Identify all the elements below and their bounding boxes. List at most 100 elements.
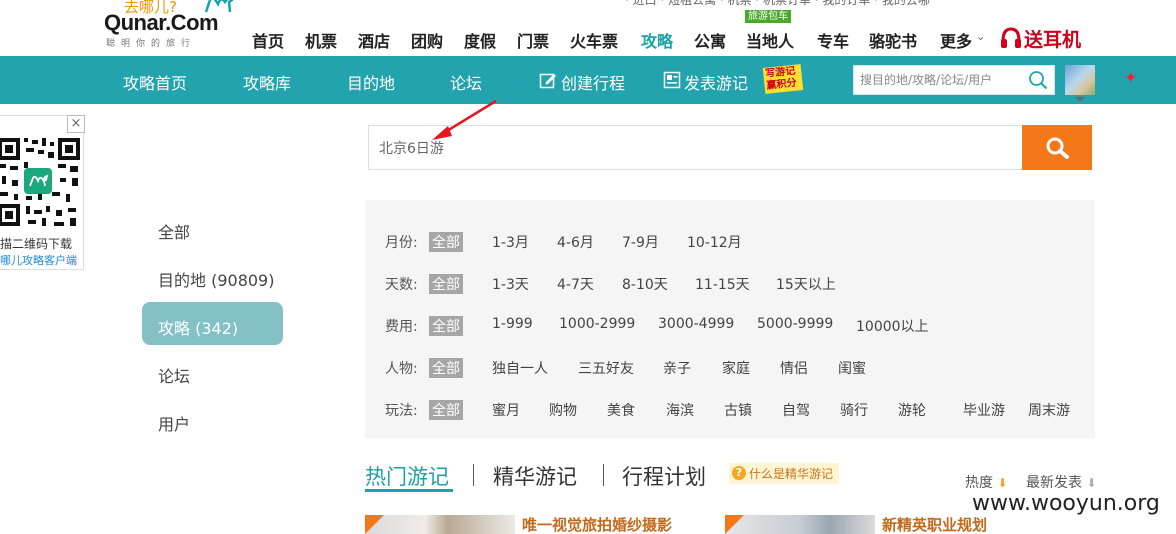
pin-icon: ✦ (1124, 68, 1138, 87)
filter-option[interactable]: 8-10天 (622, 274, 668, 294)
topnav-vacation[interactable]: 度假 (464, 28, 496, 52)
filter-option-all[interactable]: 全部 (429, 316, 463, 336)
filter-option[interactable]: 10-12月 (687, 232, 742, 252)
filter-option[interactable]: 3000-4999 (658, 316, 734, 332)
topnav-home[interactable]: 首页 (252, 28, 284, 52)
category-users[interactable]: 用户 (158, 411, 190, 435)
tab-hot-travelogues[interactable]: 热门游记 (365, 461, 449, 491)
filter-option[interactable]: 周末游 (1028, 400, 1070, 420)
logo[interactable]: Qunar.Com (104, 10, 219, 36)
tab-featured-travelogues[interactable]: 精华游记 (493, 461, 577, 491)
topnav-apartments[interactable]: 公寓 (694, 28, 726, 52)
arrow-down-icon: ⬇ (997, 476, 1008, 490)
tab-divider (603, 464, 604, 486)
arrow-down-icon: ⬇ (1086, 476, 1097, 490)
category-all[interactable]: 全部 (158, 219, 190, 243)
topnav-camel-book[interactable]: 骆驼书 (869, 28, 917, 52)
avatar[interactable] (1065, 65, 1095, 95)
filter-option[interactable]: 独自一人 (492, 358, 548, 378)
filter-option[interactable]: 1000-2999 (559, 316, 635, 332)
filter-option[interactable]: 1-3天 (492, 274, 529, 294)
question-icon: ? (732, 466, 746, 480)
points-promo-badge[interactable]: 写游记赢积分 (762, 64, 804, 94)
filter-option[interactable]: 古镇 (724, 400, 752, 420)
sort-latest-label: 最新发表 (1026, 475, 1082, 491)
category-destinations[interactable]: 目的地 (90809) (158, 267, 274, 291)
filter-row-cost: 费用: 全部 1-999 1000-2999 3000-4999 5000-99… (385, 316, 1085, 336)
filter-option[interactable]: 购物 (549, 400, 577, 420)
filter-option[interactable]: 15天以上 (776, 274, 836, 294)
topnav-car[interactable]: 专车 (817, 28, 849, 52)
filter-option[interactable]: 自驾 (782, 400, 810, 420)
filter-label: 玩法: (385, 403, 418, 419)
search-button[interactable] (1022, 125, 1092, 170)
close-icon[interactable]: × (67, 115, 85, 133)
filter-label: 月份: (385, 235, 418, 251)
headphones-icon (1001, 27, 1021, 48)
filter-option-all[interactable]: 全部 (429, 232, 463, 252)
topnav-groupbuy[interactable]: 团购 (411, 28, 443, 52)
topnav-train[interactable]: 火车票 (570, 28, 618, 52)
filter-option[interactable]: 1-3月 (492, 232, 529, 252)
filter-option[interactable]: 亲子 (663, 358, 691, 378)
nav-search-input[interactable] (860, 66, 1028, 94)
nav-create-trip[interactable]: 创建行程 (561, 70, 625, 94)
category-forum[interactable]: 论坛 (158, 363, 190, 387)
nav-guide-home[interactable]: 攻略首页 (123, 70, 187, 94)
filter-option[interactable]: 毕业游 (963, 400, 1005, 420)
topnav-guides[interactable]: 攻略 (641, 28, 673, 52)
filter-option[interactable]: 11-15天 (695, 274, 750, 294)
search-icon (1046, 137, 1069, 159)
topnav-hotels[interactable]: 酒店 (358, 28, 390, 52)
filter-label: 费用: (385, 319, 418, 335)
topnav-flights[interactable]: 机票 (305, 28, 337, 52)
tab-itineraries[interactable]: 行程计划 (622, 461, 706, 491)
nav-post-travelogue[interactable]: 发表游记 (684, 70, 748, 94)
filter-option[interactable]: 游轮 (898, 400, 926, 420)
topnav-more[interactable]: 更多 (940, 28, 972, 52)
logo-slogan: 聪明你的旅行 (106, 39, 197, 49)
sort-by-heat[interactable]: 热度 ⬇ (965, 472, 1008, 492)
qr-code-icon[interactable] (0, 134, 82, 230)
filter-option[interactable]: 海滨 (666, 400, 694, 420)
filter-option[interactable]: 美食 (607, 400, 635, 420)
search-icon[interactable] (1028, 70, 1048, 90)
nav-forum[interactable]: 论坛 (450, 70, 482, 94)
filter-option[interactable]: 三五好友 (578, 358, 634, 378)
travelogue-title[interactable]: 新精英职业规划 (882, 514, 987, 534)
filter-row-play: 玩法: 全部 蜜月 购物 美食 海滨 古镇 自驾 骑行 游轮 毕业游 周末游 (385, 400, 1085, 420)
filter-option[interactable]: 10000以上 (856, 316, 929, 336)
topnav-tickets[interactable]: 门票 (517, 28, 549, 52)
filter-option[interactable]: 情侣 (780, 358, 808, 378)
filter-option[interactable]: 4-6月 (557, 232, 594, 252)
filter-option[interactable]: 蜜月 (492, 400, 520, 420)
filter-label: 天数: (385, 277, 418, 293)
filter-option[interactable]: 4-7天 (557, 274, 594, 294)
sort-by-latest[interactable]: 最新发表 ⬇ (1026, 472, 1097, 492)
filter-option[interactable]: 骑行 (840, 400, 868, 420)
promo-headphones[interactable]: 送耳机 (1024, 25, 1081, 52)
filter-option[interactable]: 闺蜜 (838, 358, 866, 378)
watermark: www.wooyun.org (972, 491, 1160, 516)
nav-guide-library[interactable]: 攻略库 (243, 70, 291, 94)
nav-destinations[interactable]: 目的地 (347, 70, 395, 94)
travelogue-thumbnail[interactable] (725, 515, 875, 534)
qr-app-link[interactable]: 哪儿攻略客户端 (0, 252, 77, 268)
travelogue-title[interactable]: 唯一视觉旅拍婚纱摄影 (522, 514, 672, 534)
filter-option-all[interactable]: 全部 (429, 274, 463, 294)
category-guides[interactable]: 攻略 (342) (158, 315, 238, 339)
filter-option-all[interactable]: 全部 (429, 358, 463, 378)
filter-option[interactable]: 5000-9999 (757, 316, 833, 332)
filter-option-all[interactable]: 全部 (429, 400, 463, 420)
ribbon-icon (725, 515, 744, 534)
travelogue-thumbnail[interactable] (365, 515, 515, 534)
filter-option[interactable]: 7-9月 (622, 232, 659, 252)
top-link-cut[interactable]: · 进口 · 短租公寓 · 机票 · 机票订单 · 我的订单 · 我的去哪 (625, 0, 930, 8)
qr-caption: 描二维码下载 (0, 237, 73, 251)
filter-option[interactable]: 1-999 (492, 316, 533, 332)
filter-option[interactable]: 家庭 (722, 358, 750, 378)
filter-label: 人物: (385, 361, 418, 377)
caret-down-icon[interactable] (1075, 97, 1085, 102)
topnav-locals[interactable]: 当地人 (746, 28, 794, 52)
travelogue-icon (663, 71, 681, 89)
